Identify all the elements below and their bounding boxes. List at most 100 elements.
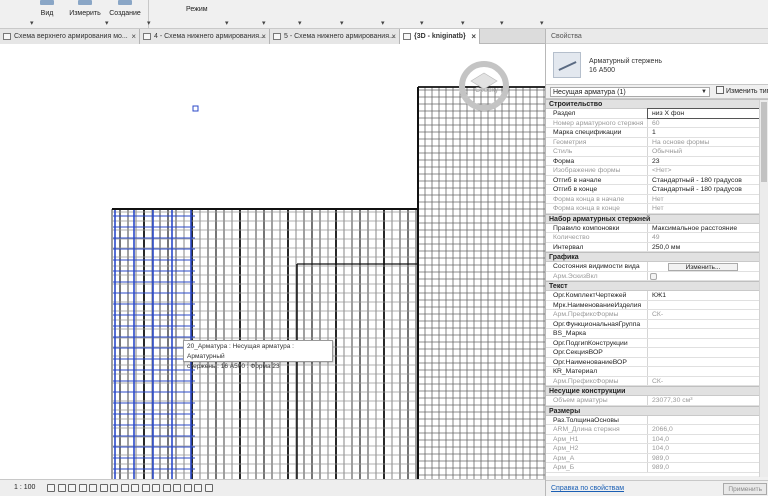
property-row[interactable]: Орг.НаименованиеВОР bbox=[546, 357, 768, 367]
property-value[interactable] bbox=[648, 416, 768, 425]
property-value[interactable] bbox=[648, 367, 768, 376]
view-control-icon[interactable] bbox=[110, 484, 118, 492]
property-row[interactable]: Орг.СекцияВОР bbox=[546, 348, 768, 358]
property-row[interactable]: Раз.ТолщинаОсновы bbox=[546, 415, 768, 425]
panel-expand-icon[interactable]: ▾ bbox=[381, 19, 385, 27]
panel-expand-icon[interactable]: ▾ bbox=[105, 19, 109, 27]
view-control-icon[interactable] bbox=[173, 484, 181, 492]
property-value[interactable]: 1 bbox=[648, 128, 768, 137]
property-row[interactable]: Арм.ПрефиксФормы СК- bbox=[546, 310, 768, 320]
property-row[interactable]: Форма конца в конце Нет bbox=[546, 204, 768, 214]
view-control-icon[interactable] bbox=[141, 484, 150, 492]
panel-expand-icon[interactable]: ▾ bbox=[500, 19, 504, 27]
property-value[interactable]: 23 bbox=[648, 157, 768, 166]
property-value[interactable] bbox=[648, 339, 768, 348]
panel-expand-icon[interactable]: ▾ bbox=[340, 19, 344, 27]
property-value[interactable]: Стандартный - 180 градусов bbox=[648, 185, 768, 194]
tab-view-3[interactable]: 5 - Схема нижнего армирования... × bbox=[270, 29, 400, 44]
property-value[interactable] bbox=[648, 301, 768, 310]
view-control-icon[interactable] bbox=[57, 484, 66, 492]
panel-expand-icon[interactable]: ▾ bbox=[298, 19, 302, 27]
property-group-header[interactable]: Текст⌃ bbox=[546, 281, 768, 291]
edit-type-button[interactable]: Изменить тип bbox=[716, 86, 768, 98]
property-row[interactable]: Количество 49 bbox=[546, 233, 768, 243]
property-row[interactable]: Арм_Н1 104,0 bbox=[546, 434, 768, 444]
property-value[interactable]: 250,0 мм bbox=[648, 243, 768, 252]
view-control-icon[interactable] bbox=[183, 484, 192, 492]
properties-scrollbar[interactable] bbox=[759, 100, 768, 477]
property-value[interactable] bbox=[648, 329, 768, 338]
property-value[interactable] bbox=[648, 358, 768, 367]
property-row[interactable]: Арм.ПрефиксФормы СК- bbox=[546, 376, 768, 386]
property-group-header[interactable]: Несущие конструкции⌃ bbox=[546, 386, 768, 396]
property-row[interactable]: Орг.КомплектЧертежей КЖ1 bbox=[546, 291, 768, 301]
create-button[interactable]: Создание bbox=[107, 0, 143, 29]
property-value[interactable]: КЖ1 bbox=[648, 291, 768, 300]
property-value[interactable] bbox=[648, 320, 768, 329]
property-value[interactable]: низ Х фон bbox=[647, 108, 768, 119]
property-group-header[interactable]: Набор арматурных стержней⌃ bbox=[546, 213, 768, 224]
view-control-icon[interactable] bbox=[194, 484, 202, 492]
property-value[interactable] bbox=[648, 348, 768, 357]
properties-help-link[interactable]: Справка по свойствам bbox=[551, 485, 624, 492]
view-button[interactable]: Вид bbox=[34, 0, 60, 29]
property-row[interactable]: Арм_А 989,0 bbox=[546, 453, 768, 463]
property-row[interactable]: КR_Материал bbox=[546, 367, 768, 377]
close-icon[interactable]: × bbox=[391, 29, 396, 44]
property-row[interactable]: Арм.ЭскизВкл bbox=[546, 271, 768, 281]
property-value[interactable]: Изменить... bbox=[648, 262, 768, 271]
property-row[interactable]: Орг.ФункциональнаяГруппа bbox=[546, 319, 768, 329]
property-row[interactable]: ARM_Длина стержня 2066,0 bbox=[546, 425, 768, 435]
panel-expand-icon[interactable]: ▾ bbox=[225, 19, 229, 27]
drawing-area[interactable]: Сверху 20_Арматура : Несущая арматура : … bbox=[0, 44, 545, 479]
panel-expand-icon[interactable]: ▾ bbox=[540, 19, 544, 27]
property-row[interactable]: Правило компоновки Максимальное расстояни… bbox=[546, 223, 768, 233]
panel-expand-icon[interactable]: ▾ bbox=[420, 19, 424, 27]
view-control-icon[interactable] bbox=[204, 484, 213, 492]
property-row[interactable]: Орг.ПодгипКонструкции bbox=[546, 338, 768, 348]
view-control-icon[interactable] bbox=[68, 484, 76, 492]
property-row[interactable]: Интервал 250,0 мм bbox=[546, 242, 768, 252]
close-icon[interactable]: × bbox=[131, 29, 136, 44]
property-row[interactable]: Раздел низ Х фон bbox=[546, 108, 768, 119]
view-control-icon[interactable] bbox=[162, 484, 171, 492]
tab-view-2[interactable]: 4 - Схема нижнего армирования... × bbox=[140, 29, 270, 44]
scrollbar-thumb[interactable] bbox=[761, 102, 767, 182]
edit-visibility-button[interactable]: Изменить... bbox=[668, 263, 738, 271]
property-checkbox[interactable] bbox=[650, 272, 657, 280]
property-row[interactable]: Отгиб в конце Стандартный - 180 градусов bbox=[546, 185, 768, 195]
property-row[interactable]: Арм_Б 989,0 bbox=[546, 463, 768, 473]
property-row[interactable]: Мрк.НаименованиеИзделия bbox=[546, 300, 768, 310]
tab-view-4[interactable]: {3D - kniginatb} × bbox=[400, 29, 480, 44]
property-group-header[interactable]: Размеры⌃ bbox=[546, 405, 768, 416]
mode-button[interactable]: Режим bbox=[180, 0, 216, 29]
view-control-icon[interactable] bbox=[120, 484, 129, 492]
property-row[interactable]: Геометрия На основе формы bbox=[546, 137, 768, 147]
property-row[interactable]: BS_Марка bbox=[546, 329, 768, 339]
view-control-icon[interactable] bbox=[47, 484, 55, 492]
instance-filter-select[interactable]: Несущая арматура (1) ▼ bbox=[550, 87, 710, 97]
scale-label[interactable]: 1 : 100 bbox=[14, 484, 35, 491]
view-control-icon[interactable] bbox=[131, 484, 139, 492]
property-row[interactable]: Номер арматурного стержня 60 bbox=[546, 118, 768, 128]
apply-button[interactable]: Применить bbox=[723, 483, 767, 495]
measure-button[interactable]: Измерить bbox=[66, 0, 104, 29]
view-control-icon[interactable] bbox=[78, 484, 87, 492]
property-row[interactable]: Стиль Обычный bbox=[546, 147, 768, 157]
close-icon[interactable]: × bbox=[261, 29, 266, 44]
panel-expand-icon[interactable]: ▾ bbox=[147, 19, 151, 27]
property-row[interactable]: Отгиб в начале Стандартный - 180 градусов bbox=[546, 175, 768, 185]
tab-view-1[interactable]: Схема верхнего армирования мо... × bbox=[0, 29, 140, 44]
panel-expand-icon[interactable]: ▾ bbox=[30, 19, 34, 27]
property-value[interactable]: Максимальное расстояние bbox=[648, 224, 768, 233]
property-row[interactable]: Марка спецификации 1 bbox=[546, 128, 768, 138]
property-row[interactable]: Состояния видимости вида Изменить... bbox=[546, 262, 768, 272]
property-row[interactable]: Форма конца в начале Нет bbox=[546, 194, 768, 204]
panel-expand-icon[interactable]: ▾ bbox=[262, 19, 266, 27]
property-group-header[interactable]: Графика⌃ bbox=[546, 252, 768, 262]
property-value[interactable]: Стандартный - 180 градусов bbox=[648, 176, 768, 185]
view-cube[interactable]: Сверху bbox=[457, 59, 511, 113]
property-group-header[interactable]: Строительство⌃ bbox=[546, 99, 768, 109]
view-control-icon[interactable] bbox=[89, 484, 97, 492]
property-row[interactable]: Форма 23 bbox=[546, 156, 768, 166]
